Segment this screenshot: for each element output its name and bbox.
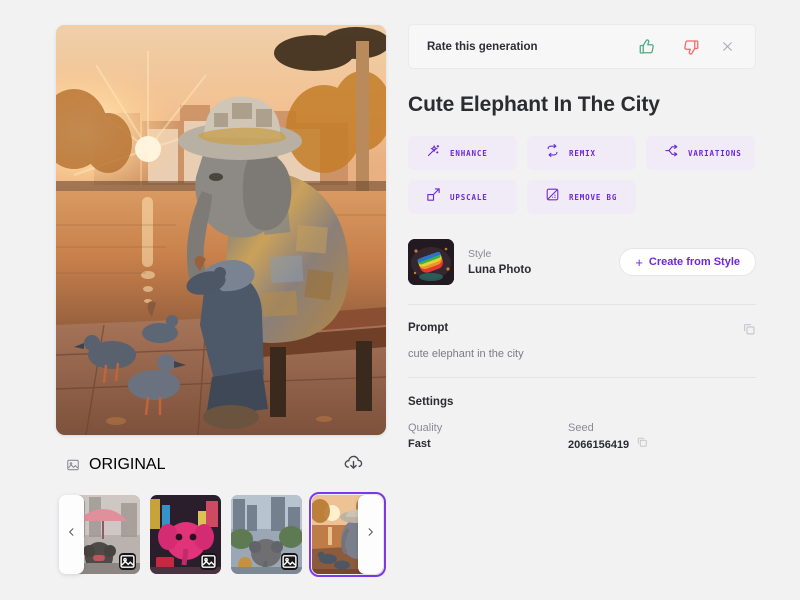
thumbs-down-button[interactable]: [669, 38, 713, 56]
prompt-text: cute elephant in the city: [408, 348, 524, 360]
setting-quality: Quality Fast: [408, 420, 568, 454]
image-toolbar: ORIGINAL: [56, 452, 386, 478]
chevron-left-icon: [66, 525, 77, 544]
thumbnail-badge: [200, 553, 217, 570]
generation-detail-page: ORIGINAL Rate this generation Cute Eleph…: [0, 0, 800, 600]
thumbnail-elephant-city-park[interactable]: [231, 495, 302, 574]
rating-label: Rate this generation: [427, 40, 538, 53]
details-panel: Rate this generation Cute Elephant In Th…: [408, 24, 756, 454]
setting-quality-value: Fast: [408, 438, 431, 450]
setting-quality-key: Quality: [408, 422, 443, 434]
style-name: Luna Photo: [468, 263, 532, 276]
style-row: Style Luna Photo + Create from Style: [408, 238, 756, 286]
style-meta: Style Luna Photo: [468, 247, 619, 278]
original-label: ORIGINAL: [89, 456, 166, 473]
page-title: Cute Elephant In The City: [408, 93, 660, 116]
remix-button[interactable]: REMIX: [527, 136, 636, 170]
style-caption: Style: [468, 247, 492, 260]
create-from-style-label: Create from Style: [648, 256, 740, 268]
thumbnail-badge: [281, 553, 298, 570]
create-from-style-button[interactable]: + Create from Style: [619, 248, 756, 276]
style-thumbnail[interactable]: [408, 239, 454, 285]
chevron-right-icon: [365, 525, 376, 544]
close-icon[interactable]: [713, 40, 741, 53]
remix-label: REMIX: [569, 148, 596, 158]
divider-prompt: [408, 377, 756, 378]
settings-heading: Settings: [408, 396, 454, 408]
prompt-heading: Prompt: [408, 322, 449, 334]
upscale-button[interactable]: UPSCALE: [408, 180, 517, 214]
copy-prompt-button[interactable]: [742, 322, 756, 341]
thumbnail-elephant-pink-neon[interactable]: [150, 495, 221, 574]
plus-icon: +: [635, 254, 643, 270]
setting-seed-key: Seed: [568, 422, 594, 434]
settings-section: Settings Quality Fast Seed 2066156419: [408, 396, 756, 454]
divider-style: [408, 304, 756, 305]
upscale-label: UPSCALE: [450, 192, 488, 202]
copy-seed-button[interactable]: [636, 436, 648, 454]
enhance-label: ENHANCE: [450, 148, 488, 158]
setting-seed: Seed 2066156419: [568, 420, 728, 454]
branch-icon: [664, 143, 679, 163]
loop-arrows-icon: [545, 143, 560, 163]
thumbnails-next-button[interactable]: [358, 495, 383, 574]
thumbs-up-button[interactable]: [625, 38, 669, 56]
remove-bg-button[interactable]: REMOVE BG: [527, 180, 636, 214]
remove-background-icon: [545, 187, 560, 207]
enhance-button[interactable]: ENHANCE: [408, 136, 517, 170]
thumbnails-prev-button[interactable]: [59, 495, 84, 574]
thumbnail-list: [69, 491, 387, 578]
thumbnail-strip: [56, 491, 387, 578]
magic-wand-icon: [426, 143, 441, 163]
variations-label: VARIATIONS: [688, 148, 742, 158]
setting-seed-value: 2066156419: [568, 438, 630, 451]
variations-button[interactable]: VARIATIONS: [646, 136, 755, 170]
action-button-grid: ENHANCE REMIX VARIATIONS UPSCALE REMOVE …: [408, 136, 756, 214]
remove-bg-label: REMOVE BG: [569, 192, 618, 202]
original-label-group[interactable]: ORIGINAL: [56, 456, 165, 474]
prompt-section: Prompt cute elephant in the city: [408, 322, 756, 360]
image-viewer-column: ORIGINAL: [56, 25, 387, 578]
cloud-download-icon[interactable]: [343, 452, 364, 478]
thumbnail-badge: [119, 553, 136, 570]
image-icon: [66, 458, 80, 472]
main-generated-image[interactable]: [56, 25, 386, 435]
expand-arrow-icon: [426, 187, 441, 207]
rating-bar: Rate this generation: [408, 24, 756, 69]
